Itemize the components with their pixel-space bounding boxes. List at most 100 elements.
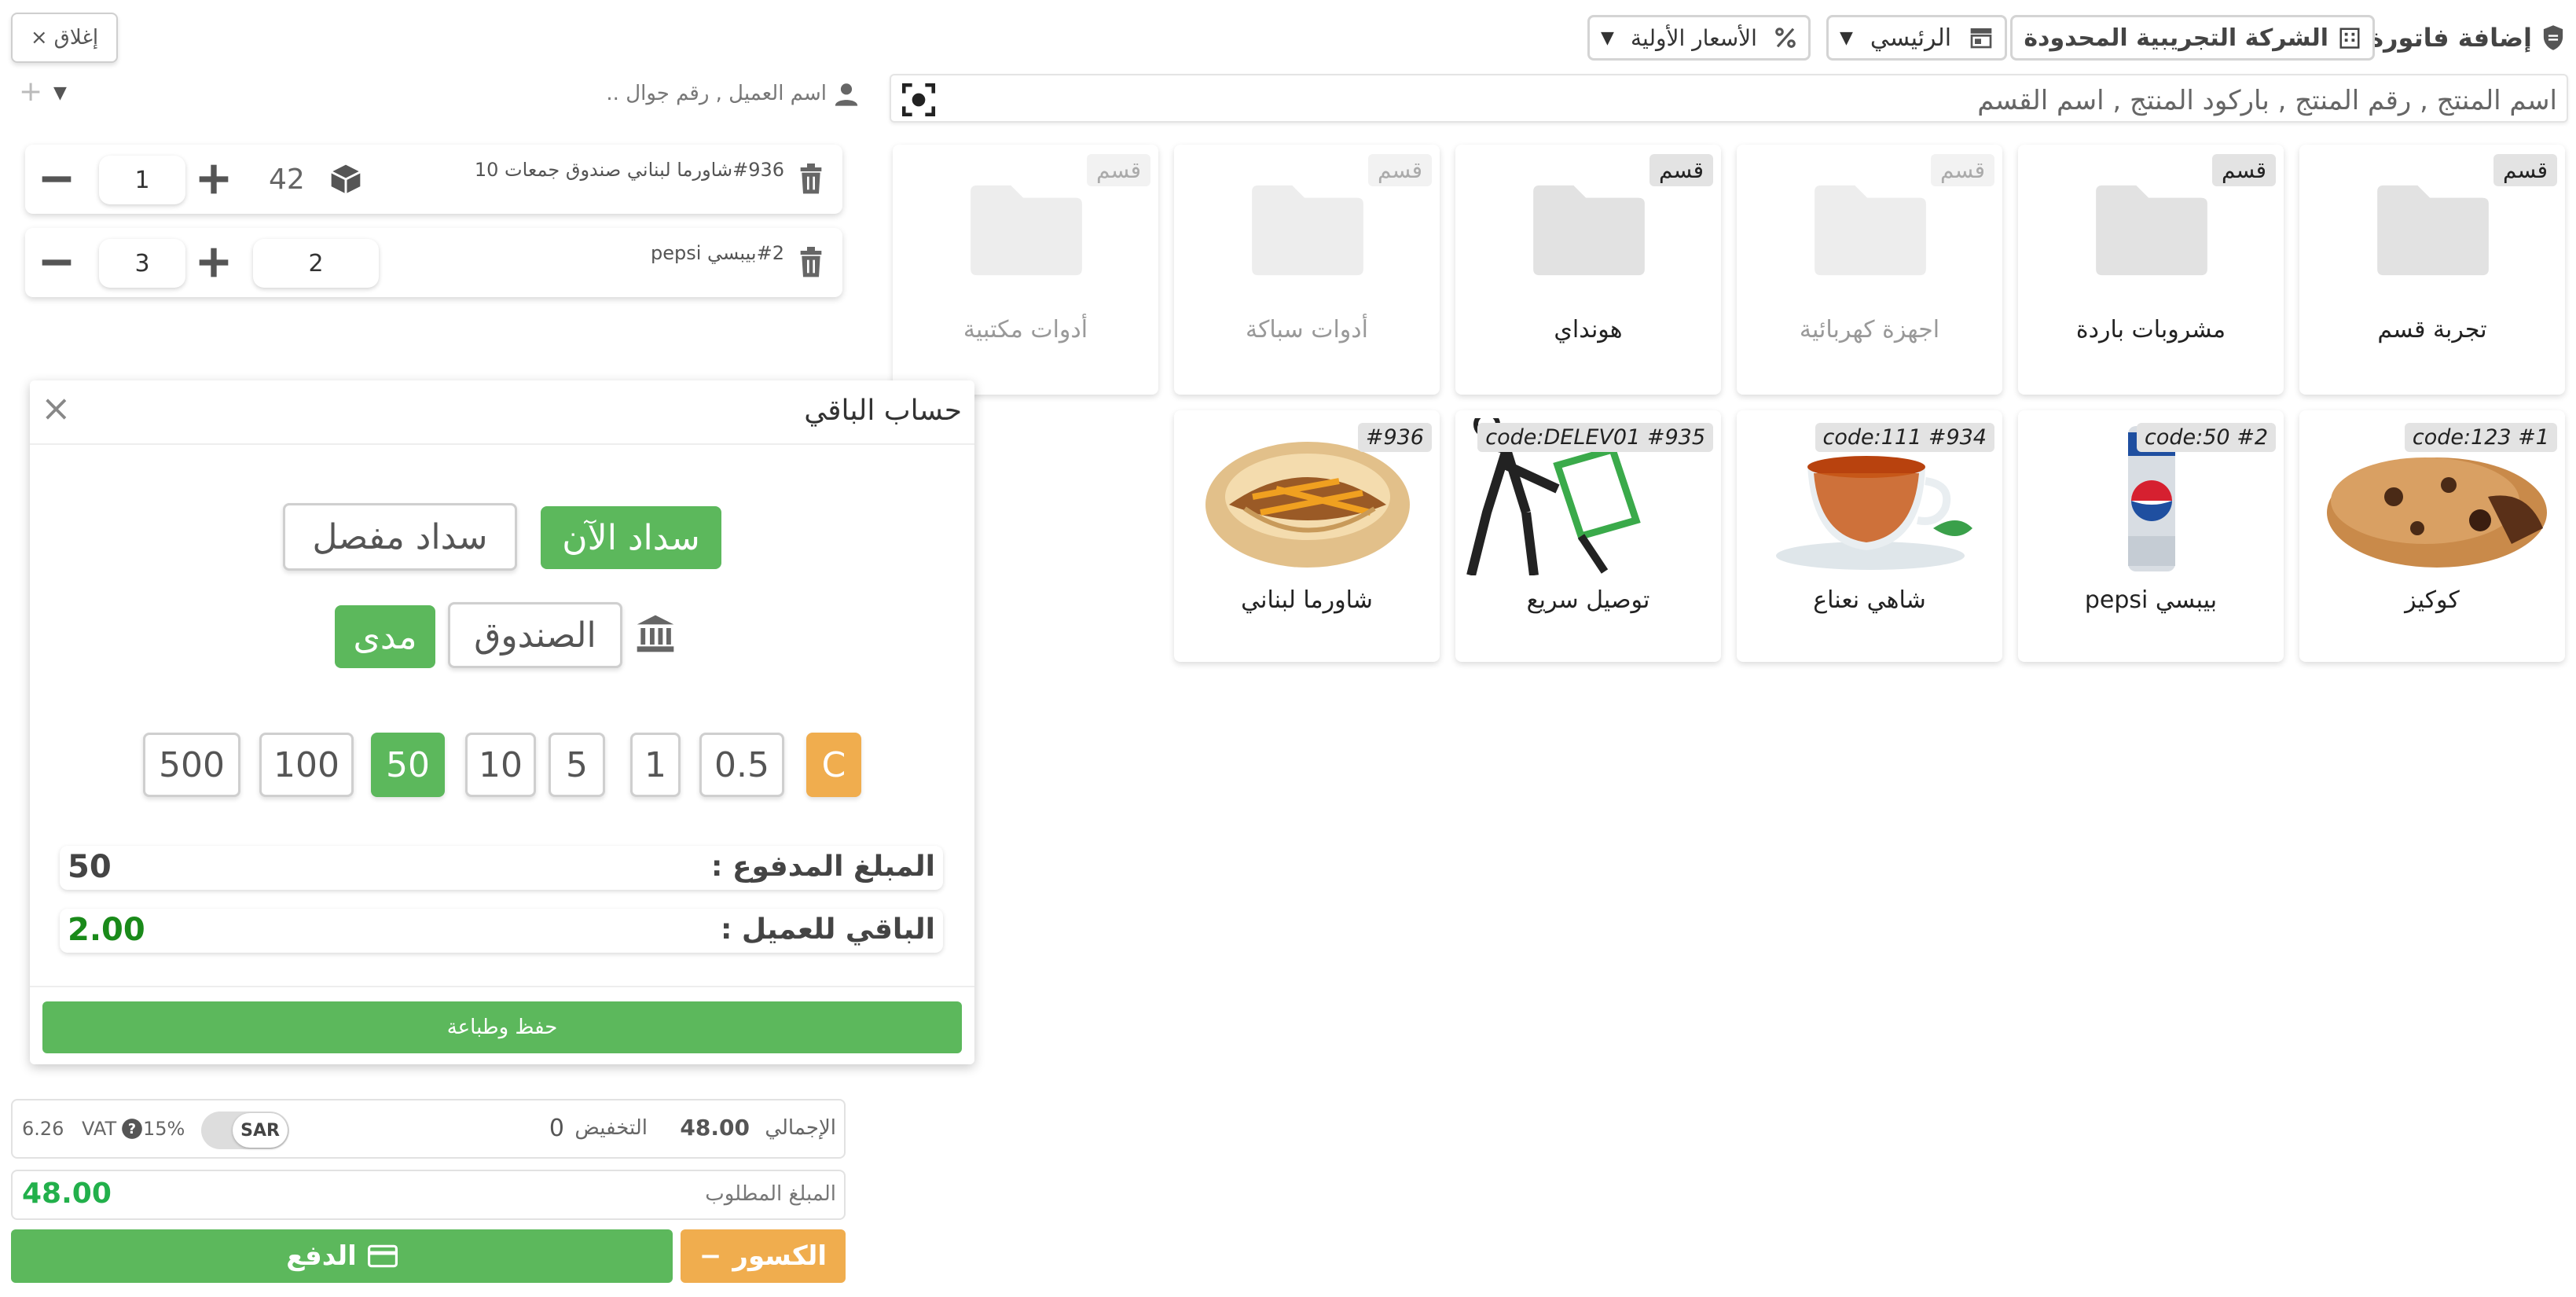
product-code-badge: code:DELEV01 #935 (1477, 423, 1713, 452)
cart-item-price: 42 (269, 164, 305, 196)
question-icon[interactable]: ? (121, 1118, 143, 1140)
pay-button[interactable]: الدفع (11, 1229, 673, 1283)
discount-value[interactable]: 0 (549, 1115, 564, 1142)
product-label: توصيل سريع (1526, 586, 1650, 614)
category-label: هونداي (1554, 316, 1623, 344)
minus-icon[interactable] (39, 162, 74, 197)
category-card[interactable]: قسم تجربة قسم (2299, 145, 2565, 395)
mada-button[interactable]: مدى (335, 605, 435, 668)
quantity-input[interactable]: 3 (99, 239, 185, 288)
required-value: 48.00 (22, 1178, 112, 1210)
product-label: شاورما لبناني (1241, 586, 1373, 614)
pay-label: الدفع (286, 1240, 357, 1272)
category-card[interactable]: قسم هونداي (1455, 145, 1721, 395)
folder-icon (1533, 185, 1645, 276)
product-card[interactable]: code:50 #2 بيبسي pepsi (2018, 410, 2284, 662)
trash-icon[interactable] (797, 164, 825, 195)
product-label: شاهي نعناع (1813, 586, 1926, 614)
fractions-label: الكسور (732, 1240, 827, 1272)
product-label: كوكيز (2405, 586, 2460, 614)
customer-search[interactable]: اسم العميل , رقم جوال .. ▼ + (8, 71, 866, 119)
plus-icon[interactable] (196, 162, 231, 197)
company-selector[interactable]: الشركة التجريبية المحدودة (2010, 15, 2375, 61)
product-card[interactable]: code:DELEV01 #935 توصيل سريع (1455, 410, 1721, 662)
cart-item-name: #936شاورما لبناني صندوق جمعات 10 (474, 159, 784, 181)
vat-label: VAT (82, 1118, 117, 1140)
category-label: مشروبات باردة (2075, 316, 2226, 344)
amount-button[interactable]: 1 (630, 733, 681, 797)
divider (30, 986, 974, 987)
bank-icon (637, 615, 674, 652)
category-card[interactable]: قسم مشروبات باردة (2018, 145, 2284, 395)
page-title-group: إضافة فاتورة (2369, 13, 2565, 63)
category-badge: قسم (1087, 154, 1150, 186)
folder-icon (2377, 185, 2489, 276)
company-name: الشركة التجريبية المحدودة (2024, 24, 2328, 52)
close-button[interactable]: إغلاق × (11, 13, 118, 63)
product-code-badge: code:50 #2 (2137, 423, 2276, 452)
product-card[interactable]: #936 شاورما لبناني (1174, 410, 1440, 662)
category-label: أدوات سباكة (1246, 316, 1368, 344)
store-icon (1970, 28, 1992, 49)
save-print-button[interactable]: حفظ وطباعة (42, 1001, 962, 1053)
amount-button[interactable]: 0.5 (699, 733, 784, 797)
vat-rate: 15% (143, 1118, 185, 1140)
close-icon[interactable]: × (41, 387, 72, 429)
product-code-badge: code:111 #934 (1815, 423, 1994, 452)
currency-label: SAR (233, 1113, 288, 1148)
paid-value[interactable]: 50 (68, 849, 112, 885)
trash-icon[interactable] (797, 247, 825, 278)
product-code-badge: #936 (1357, 423, 1432, 452)
pay-split-button[interactable]: سداد مفصل (283, 503, 517, 571)
price-input[interactable]: 2 (253, 239, 379, 288)
percent-icon (1775, 28, 1796, 48)
currency-toggle[interactable]: SAR (201, 1111, 289, 1149)
folder-icon (1252, 185, 1363, 276)
minus-icon: − (699, 1240, 722, 1272)
category-card[interactable]: قسم أدوات سباكة (1174, 145, 1440, 395)
branch-select[interactable]: الرئيسي ▼ (1826, 15, 2007, 61)
product-search-input[interactable]: اسم المنتج , رقم المنتج , باركود المنتج … (890, 74, 2568, 123)
amount-button[interactable]: 100 (259, 733, 354, 797)
product-label: بيبسي pepsi (2084, 586, 2218, 614)
category-label: اجهزة كهربائية (1799, 316, 1940, 344)
cart-item-name: #2بيبسي pepsi (650, 242, 784, 264)
plus-icon[interactable] (196, 245, 231, 280)
folder-icon (2096, 185, 2207, 276)
scan-icon[interactable] (899, 80, 938, 119)
minus-icon[interactable] (39, 245, 74, 280)
amount-button[interactable]: 500 (143, 733, 240, 797)
branch-label: الرئيسي (1870, 24, 1952, 52)
amount-button[interactable]: 5 (549, 733, 605, 797)
price-list-select[interactable]: الأسعار الأولية ▼ (1587, 15, 1811, 61)
divider (30, 443, 974, 445)
pay-now-button[interactable]: سداد الآن (541, 506, 721, 569)
fractions-button[interactable]: الكسور − (681, 1229, 846, 1283)
product-card[interactable]: code:123 #1 كوكيز (2299, 410, 2565, 662)
chevron-down-icon[interactable]: ▼ (53, 83, 67, 103)
cashbox-button[interactable]: الصندوق (448, 602, 622, 668)
category-badge: قسم (1649, 154, 1713, 186)
customer-placeholder: اسم العميل , رقم جوال .. (606, 82, 827, 105)
folder-icon (1815, 185, 1926, 276)
amount-button[interactable]: 50 (371, 733, 445, 797)
quantity-input[interactable]: 1 (99, 156, 185, 204)
chevron-down-icon: ▼ (1840, 28, 1853, 48)
price-list-label: الأسعار الأولية (1631, 24, 1757, 51)
category-card[interactable]: قسم أدوات مكتبية (893, 145, 1158, 395)
card-icon (367, 1244, 398, 1268)
product-code-badge: code:123 #1 (2404, 423, 2557, 452)
category-card[interactable]: قسم اجهزة كهربائية (1737, 145, 2002, 395)
clear-button[interactable]: C (806, 733, 861, 797)
category-badge: قسم (1368, 154, 1432, 186)
chevron-down-icon: ▼ (1601, 28, 1614, 48)
change-value: 2.00 (68, 912, 145, 948)
search-placeholder: اسم المنتج , رقم المنتج , باركود المنتج … (1977, 85, 2557, 116)
product-card[interactable]: code:111 #934 شاهي نعناع (1737, 410, 2002, 662)
change-label: الباقي للعميل : (720, 913, 935, 946)
total-value: 48.00 (680, 1115, 750, 1141)
category-badge: قسم (2212, 154, 2276, 186)
category-badge: قسم (2493, 154, 2557, 186)
add-customer-button[interactable]: + (19, 75, 42, 108)
amount-button[interactable]: 10 (465, 733, 536, 797)
